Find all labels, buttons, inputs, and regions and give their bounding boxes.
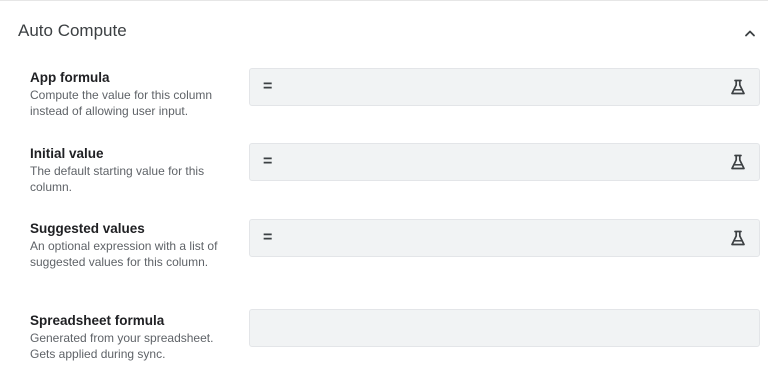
flask-icon[interactable]: [729, 153, 747, 171]
spreadsheet-formula-label: Spreadsheet formula Generated from your …: [30, 312, 235, 362]
field-title: Suggested values: [30, 221, 145, 236]
chevron-up-icon: [745, 30, 755, 37]
suggested-values-input[interactable]: =: [249, 219, 760, 257]
flask-icon[interactable]: [729, 78, 747, 96]
field-description: Generated from your spreadsheet. Gets ap…: [30, 331, 214, 361]
section-title: Auto Compute: [18, 21, 127, 40]
initial-value-input[interactable]: =: [249, 143, 760, 181]
field-title: Initial value: [30, 146, 104, 161]
equals-prefix: =: [263, 153, 273, 170]
field-title: App formula: [30, 70, 110, 85]
equals-prefix: =: [263, 78, 273, 95]
initial-value-label: Initial value The default starting value…: [30, 145, 235, 195]
app-formula-input[interactable]: =: [249, 68, 760, 106]
app-formula-label: App formula Compute the value for this c…: [30, 69, 235, 119]
field-description: An optional expression with a list of su…: [30, 239, 218, 269]
spreadsheet-formula-field: [249, 309, 760, 347]
collapse-button[interactable]: [740, 23, 760, 43]
equals-prefix: =: [263, 229, 273, 246]
field-description: Compute the value for this column instea…: [30, 88, 213, 118]
flask-icon[interactable]: [729, 229, 747, 247]
field-title: Spreadsheet formula: [30, 313, 165, 328]
auto-compute-header[interactable]: Auto Compute: [0, 0, 768, 60]
field-description: The default starting value for this colu…: [30, 164, 205, 194]
suggested-values-label: Suggested values An optional expression …: [30, 220, 235, 270]
